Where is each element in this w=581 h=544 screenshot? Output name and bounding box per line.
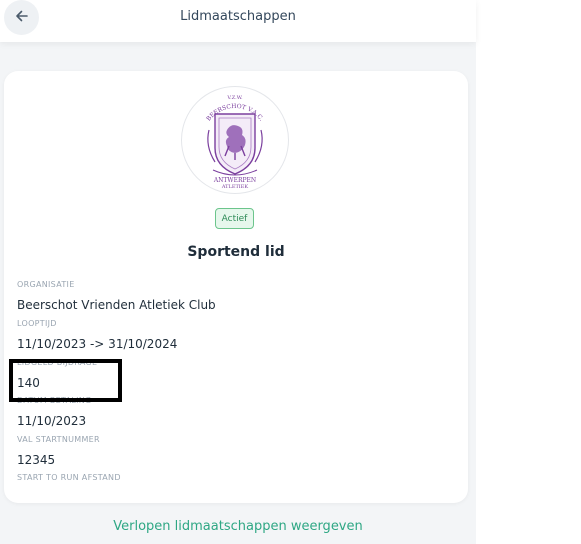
logo-sport-text: ATLETIEK (221, 184, 249, 190)
field-label-organisatie: ORGANISATIE (17, 280, 75, 289)
app-screen: Lidmaatschappen V.Z.W. BEERSCHOT V.A.C. (0, 0, 476, 544)
status-badge: Actief (215, 208, 254, 229)
field-value-datum-betaling: 11/10/2023 (17, 414, 87, 428)
logo-city-text: ANTWERPEN (213, 177, 256, 184)
highlight-box (9, 359, 122, 402)
field-value-looptijd: 11/10/2023 -> 31/10/2024 (17, 337, 178, 351)
club-logo: V.Z.W. BEERSCHOT V.A.C. ANTWERPEN ATLETI… (181, 86, 289, 194)
field-label-val-startnummer: VAL STARTNUMMER (17, 435, 100, 444)
membership-type: Sportend lid (187, 244, 285, 260)
field-label-looptijd: LOOPTIJD (17, 319, 57, 328)
membership-card: V.Z.W. BEERSCHOT V.A.C. ANTWERPEN ATLETI… (4, 71, 468, 503)
logo-top-text: V.Z.W. (226, 95, 243, 101)
top-bar: Lidmaatschappen (0, 0, 476, 42)
field-value-val-startnummer: 12345 (17, 453, 56, 467)
field-label-start-to-run: START TO RUN AFSTAND (17, 473, 121, 482)
page-title: Lidmaatschappen (180, 9, 296, 24)
expired-memberships-link[interactable]: Verlopen lidmaatschappen weergeven (0, 519, 476, 534)
field-value-organisatie: Beerschot Vrienden Atletiek Club (17, 298, 216, 312)
